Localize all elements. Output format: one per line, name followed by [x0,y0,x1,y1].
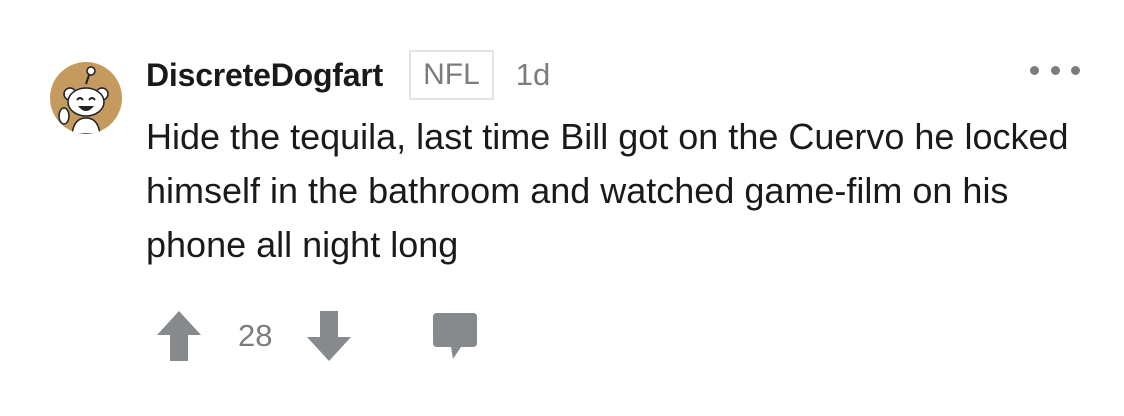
user-flair-badge: NFL [409,50,494,100]
vote-score: 28 [238,318,273,353]
username-link[interactable]: DiscreteDogfart [146,57,383,94]
more-options-icon-dot [1050,65,1060,75]
upvote-button[interactable] [156,308,202,364]
reply-button[interactable] [430,308,480,364]
upvote-arrow-icon [157,311,201,361]
comment-bubble-icon [433,313,478,359]
comment-age: 1d [515,57,551,92]
more-options-icon [1030,65,1039,75]
comment-actions: 28 [156,306,480,366]
user-avatar[interactable] [50,62,122,134]
more-options-icon-dot [1071,65,1080,75]
comment-body: Hide the tequila, last time Bill got on … [146,116,1069,265]
more-options-button[interactable] [1030,58,1080,82]
downvote-button[interactable] [306,308,352,364]
snoo-avatar-icon [58,66,109,134]
comment: DiscreteDogfart NFL 1d Hide the tequila,… [0,0,1124,416]
downvote-arrow-icon [307,311,352,361]
comment-header: DiscreteDogfart NFL 1d [146,46,550,104]
